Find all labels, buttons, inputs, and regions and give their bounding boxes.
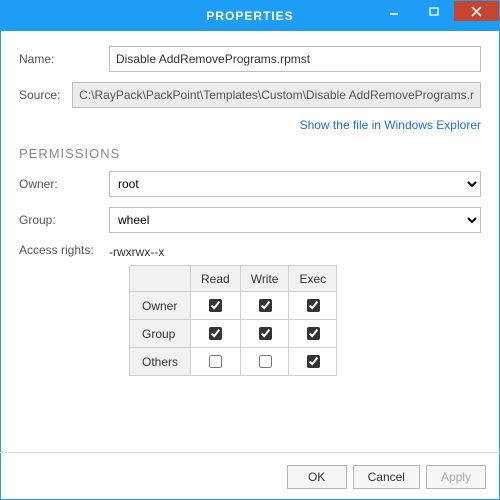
perm-others-write[interactable] — [259, 355, 272, 368]
access-rights-label: Access rights: — [19, 243, 109, 257]
perm-group-exec[interactable] — [307, 327, 320, 340]
perm-row-owner: Owner — [130, 292, 191, 320]
perm-row-group: Group — [130, 320, 191, 348]
perm-corner-cell — [130, 266, 191, 292]
perm-col-exec: Exec — [289, 266, 337, 292]
name-input[interactable] — [109, 46, 481, 72]
group-label: Group: — [19, 213, 109, 227]
perm-others-exec[interactable] — [307, 355, 320, 368]
permissions-table: Read Write Exec Owner Group Others — [129, 265, 337, 376]
perm-owner-write[interactable] — [259, 299, 272, 312]
apply-button[interactable]: Apply — [426, 465, 486, 489]
perm-owner-exec[interactable] — [307, 299, 320, 312]
group-select[interactable]: wheel — [109, 207, 481, 233]
perm-others-read[interactable] — [209, 355, 222, 368]
perm-group-read[interactable] — [209, 327, 222, 340]
titlebar: PROPERTIES — [1, 1, 499, 31]
cancel-button[interactable]: Cancel — [353, 465, 420, 489]
ok-button[interactable]: OK — [287, 465, 347, 489]
close-button[interactable] — [454, 1, 499, 21]
access-rights-string: -rwxrwx--x — [109, 243, 164, 259]
maximize-button[interactable] — [414, 1, 454, 21]
minimize-button[interactable] — [374, 1, 414, 21]
permissions-header: PERMISSIONS — [19, 146, 481, 161]
perm-group-write[interactable] — [259, 327, 272, 340]
source-display: C:\RayPack\PackPoint\Templates\Custom\Di… — [72, 82, 481, 108]
perm-col-write: Write — [240, 266, 289, 292]
show-in-explorer-link[interactable]: Show the file in Windows Explorer — [19, 118, 481, 132]
dialog-content: Name: Source: C:\RayPack\PackPoint\Templ… — [1, 31, 499, 376]
window-buttons — [374, 1, 499, 31]
perm-owner-read[interactable] — [209, 299, 222, 312]
source-label: Source: — [19, 88, 72, 102]
perm-row-others: Others — [130, 348, 191, 376]
perm-col-read: Read — [191, 266, 241, 292]
owner-label: Owner: — [19, 177, 109, 191]
dialog-footer: OK Cancel Apply — [0, 452, 500, 500]
owner-select[interactable]: root — [109, 171, 481, 197]
name-label: Name: — [19, 52, 109, 66]
